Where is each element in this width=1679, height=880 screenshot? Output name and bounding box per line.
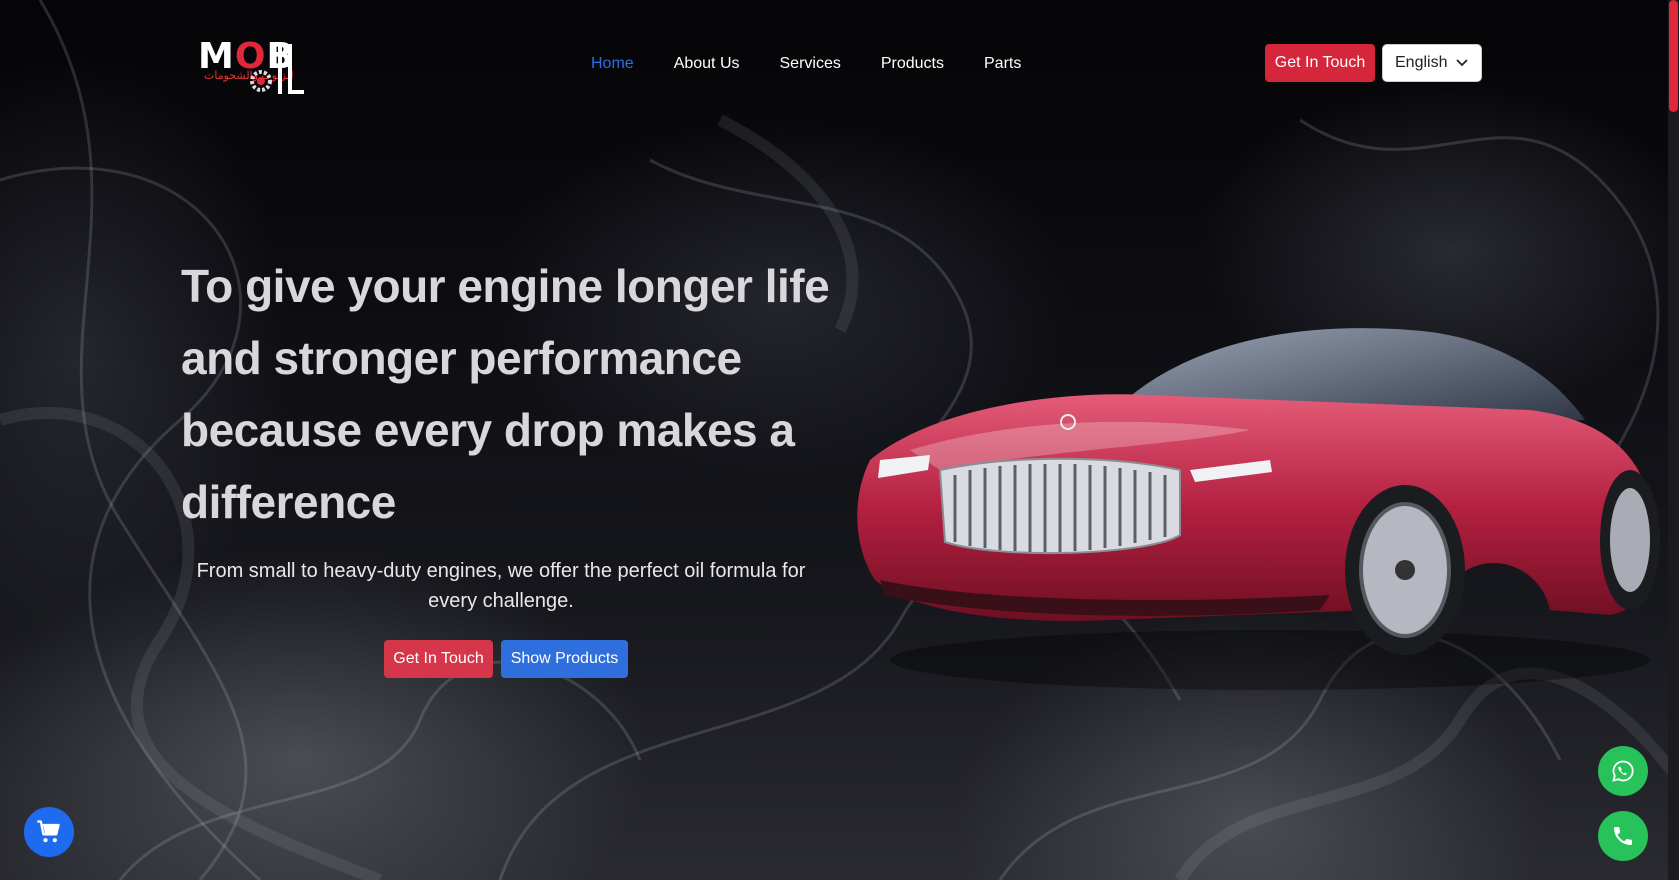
hero-title: To give your engine longer life and stro… <box>181 260 830 528</box>
nav-home[interactable]: Home <box>591 52 634 76</box>
logo-gear-icon <box>250 70 272 92</box>
language-select[interactable]: English <box>1382 44 1482 82</box>
car-image <box>857 328 1660 690</box>
phone-button[interactable] <box>1598 811 1648 861</box>
nav-parts[interactable]: Parts <box>984 52 1021 76</box>
hero-get-in-touch-button[interactable]: Get In Touch <box>384 640 493 678</box>
phone-icon <box>1614 827 1632 845</box>
header-get-in-touch-button[interactable]: Get In Touch <box>1265 44 1375 82</box>
nav-products[interactable]: Products <box>881 52 944 76</box>
hero-subtitle: From small to heavy-duty engines, we off… <box>196 560 806 612</box>
show-products-button[interactable]: Show Products <box>501 640 628 678</box>
whatsapp-icon <box>1612 760 1634 782</box>
site-header: MOB للزيوت والشحومات Home About Us Servi… <box>0 0 1679 130</box>
cart-icon <box>37 820 60 843</box>
language-select-value: English <box>1395 54 1448 71</box>
logo-bars-icon <box>278 44 304 94</box>
main-nav: Home About Us Services Products Parts <box>591 52 1061 76</box>
chevron-down-icon <box>1456 59 1468 67</box>
nav-services[interactable]: Services <box>780 52 841 76</box>
whatsapp-button[interactable] <box>1598 746 1648 796</box>
page-scrollbar[interactable] <box>1668 0 1679 880</box>
cart-button[interactable] <box>24 807 74 857</box>
nav-about-us[interactable]: About Us <box>674 52 740 76</box>
scrollbar-thumb[interactable] <box>1669 0 1678 112</box>
brand-logo[interactable]: MOB للزيوت والشحومات <box>198 36 306 98</box>
